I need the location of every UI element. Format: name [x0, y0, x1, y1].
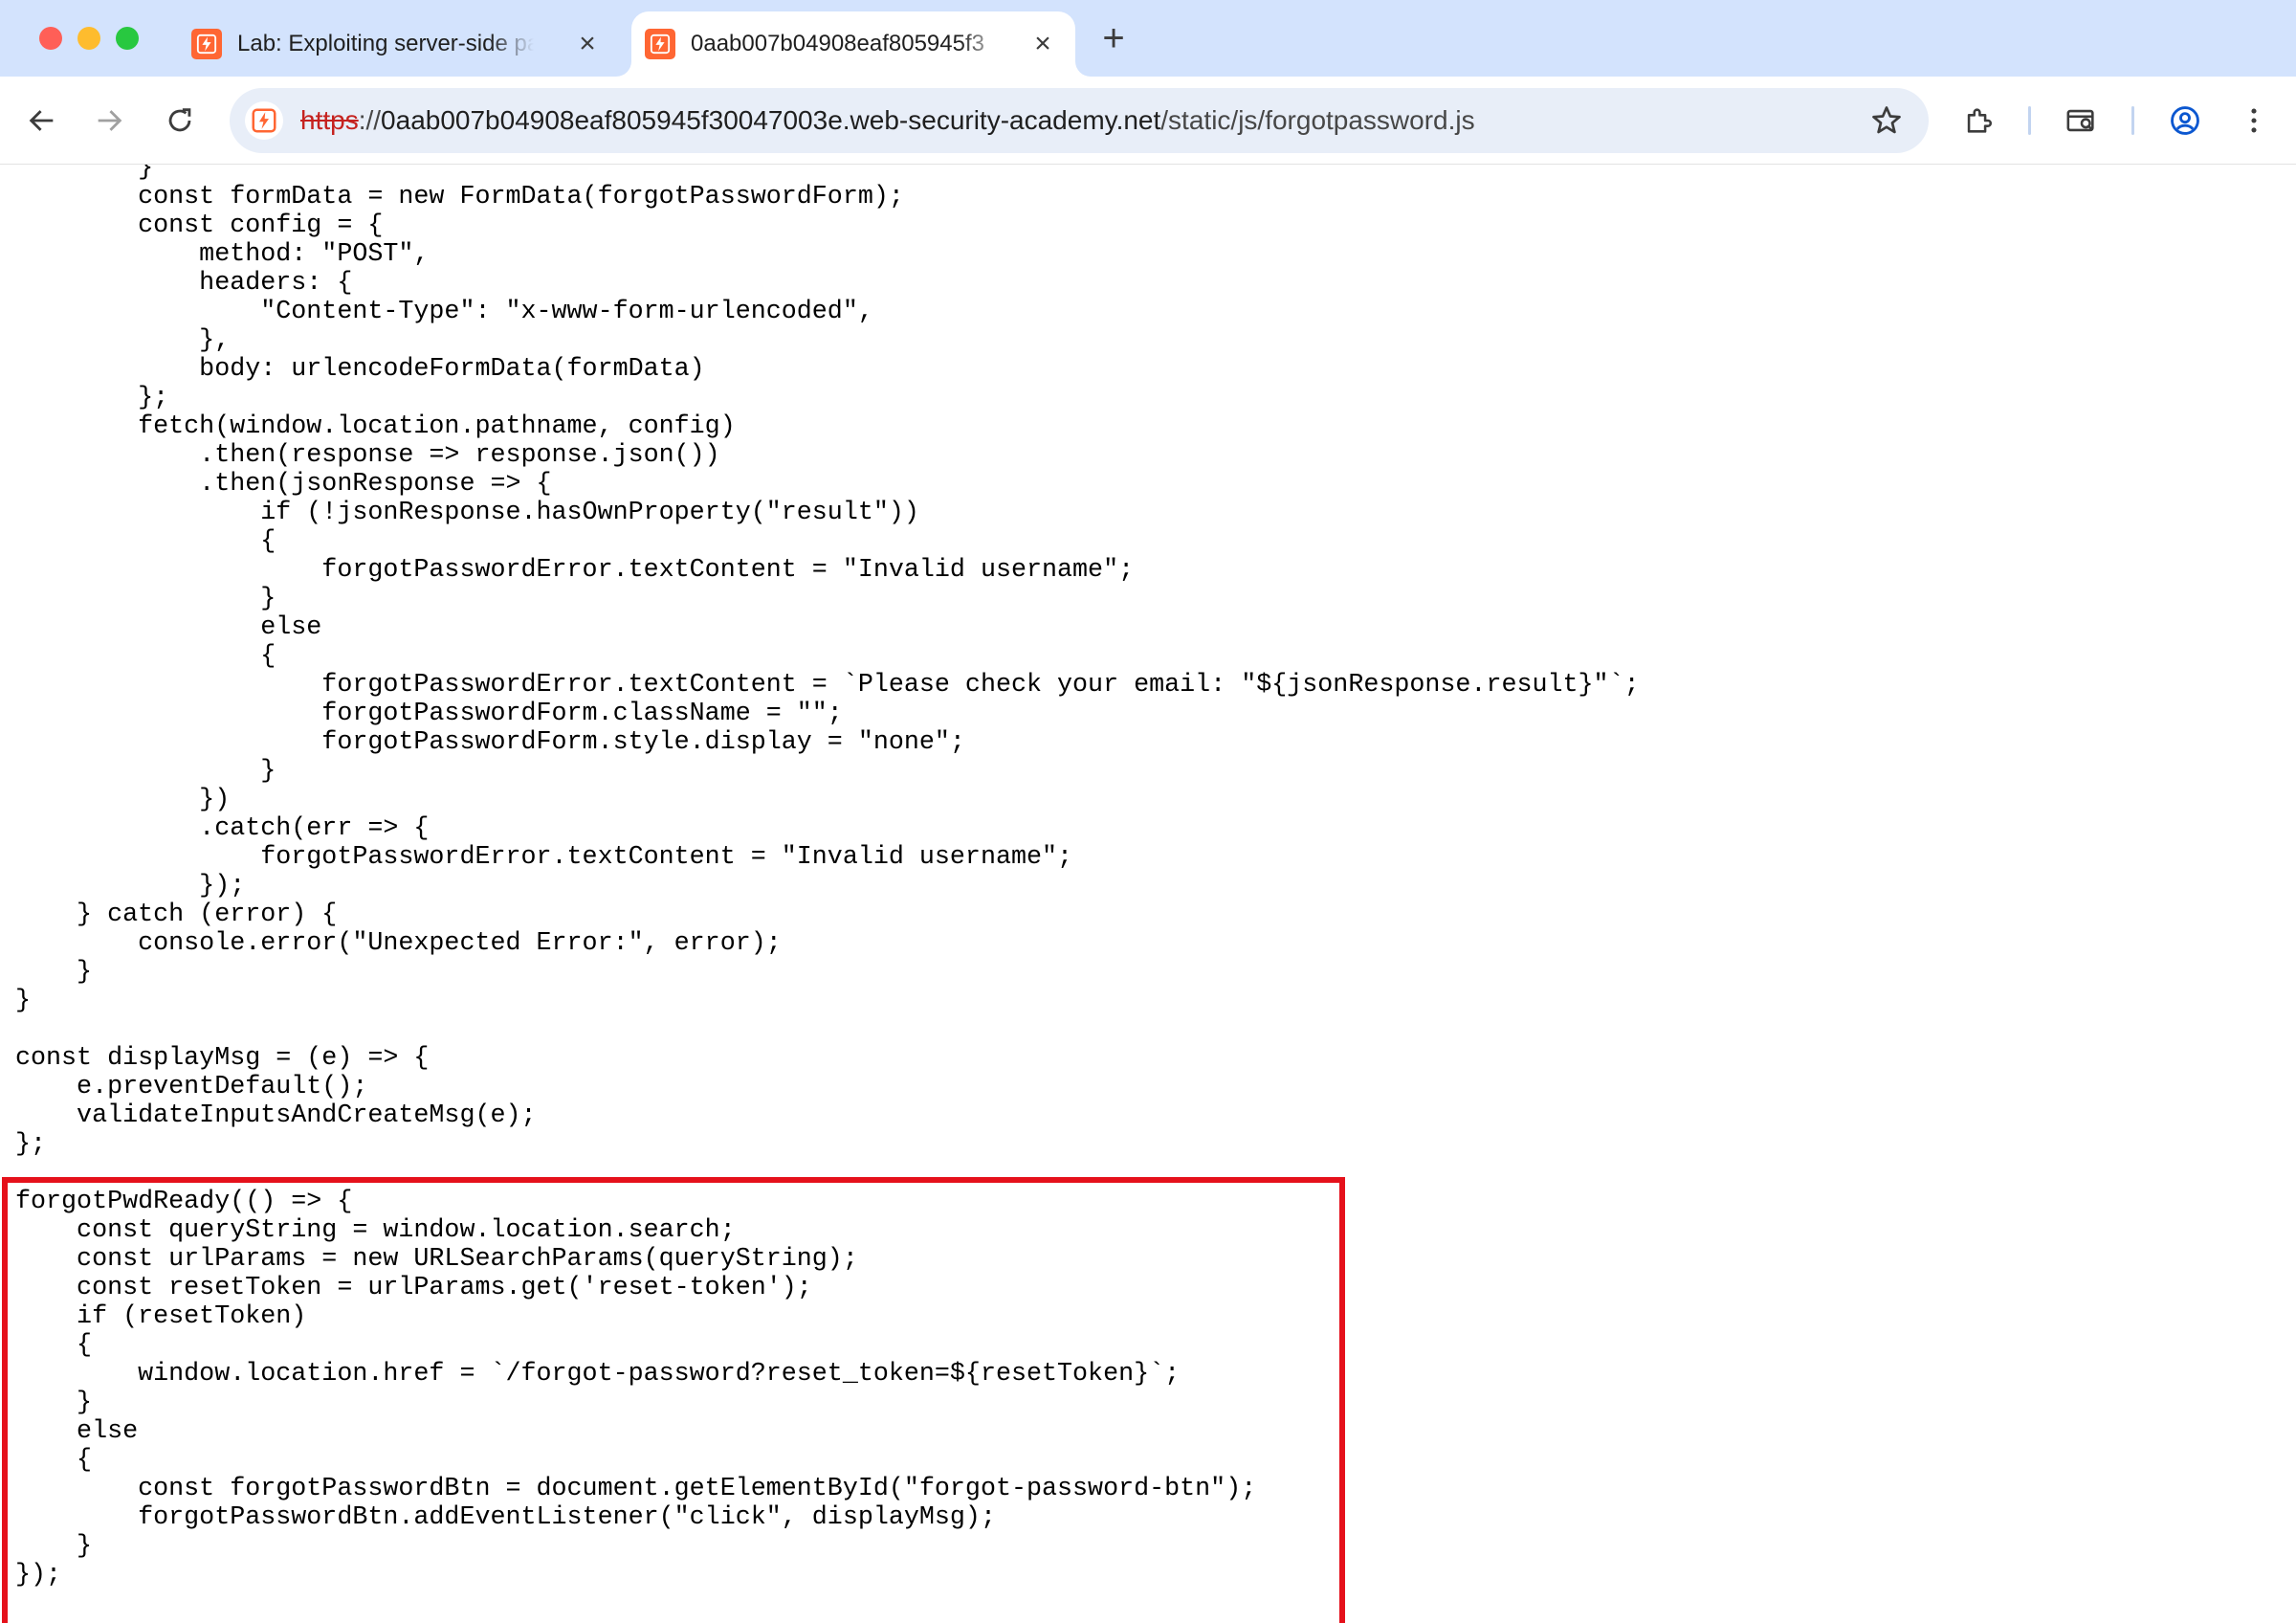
reload-button[interactable] [157, 98, 203, 144]
code-line: { [15, 527, 276, 556]
url-path: /static/js/forgotpassword.js [1160, 105, 1475, 135]
code-line: fetch(window.location.pathname, config) [15, 412, 736, 441]
arrow-right-icon [98, 110, 122, 131]
close-icon[interactable]: × [574, 30, 601, 58]
lightning-icon [191, 29, 222, 59]
code-line: e.preventDefault(); [15, 1073, 368, 1101]
puzzle-icon [1967, 108, 1992, 133]
code-line: validateInputsAndCreateMsg(e); [15, 1101, 537, 1130]
code-line: }; [15, 1130, 47, 1159]
menu-button[interactable] [2231, 98, 2277, 144]
code-line: { [15, 642, 276, 671]
lightning-icon [645, 29, 675, 59]
code-line: else [15, 613, 322, 642]
code-line: console.error("Unexpected Error:", error… [15, 929, 782, 958]
arrow-left-icon [29, 110, 54, 131]
address-bar[interactable]: https://0aab007b04908eaf805945f30047003e… [230, 88, 1929, 153]
code-line: .catch(err => { [15, 814, 430, 843]
toolbar: https://0aab007b04908eaf805945f30047003e… [0, 77, 2296, 165]
maximize-window-button[interactable] [116, 27, 139, 50]
tab-lab[interactable]: Lab: Exploiting server-side pa × [178, 11, 620, 77]
code-line: } [15, 757, 276, 786]
tab-script[interactable]: 0aab007b04908eaf805945f3 × [631, 11, 1075, 77]
code-line: forgotPasswordForm.className = ""; [15, 700, 843, 728]
extensions-button[interactable] [1955, 98, 2001, 144]
bookmark-star-icon[interactable] [1869, 103, 1904, 138]
tab-title: Lab: Exploiting server-side pa [237, 31, 534, 56]
code-line: headers: { [15, 269, 353, 298]
code-line: } [15, 987, 32, 1015]
back-button[interactable] [19, 98, 65, 144]
code-line: const formData = new FormData(forgotPass… [15, 183, 904, 211]
page-content: } const formData = new FormData(forgotPa… [0, 165, 2296, 1623]
code-line: if (!jsonResponse.hasOwnProperty("result… [15, 499, 919, 527]
url-text[interactable]: https://0aab007b04908eaf805945f30047003e… [300, 88, 1475, 153]
url-scheme: https [300, 105, 359, 135]
new-tab-button[interactable]: + [1096, 19, 1131, 57]
toolbar-divider [2131, 106, 2134, 135]
code-line: forgotPasswordError.textContent = "Inval… [15, 843, 1073, 872]
code-line: }) [15, 786, 231, 814]
profile-icon [2171, 106, 2199, 135]
url-separator: :// [358, 105, 382, 135]
code-line: } [15, 165, 154, 183]
code-line: .then(response => response.json()) [15, 441, 720, 470]
tab-title: 0aab007b04908eaf805945f3 [691, 31, 984, 56]
code-line: .then(jsonResponse => { [15, 470, 552, 499]
code-line: const config = { [15, 211, 384, 240]
code-line: const displayMsg = (e) => { [15, 1044, 430, 1073]
forward-button[interactable] [86, 98, 132, 144]
code-line: } [15, 958, 93, 987]
tab-strip: Lab: Exploiting server-side pa × 0aab007… [0, 0, 2296, 77]
code-line: method: "POST", [15, 240, 430, 269]
code-line: forgotPasswordForm.style.display = "none… [15, 728, 965, 757]
code-line: forgotPasswordError.textContent = `Pleas… [15, 671, 1640, 700]
profile-button[interactable] [2162, 98, 2208, 144]
code-line: forgotPasswordError.textContent = "Inval… [15, 556, 1135, 585]
reload-icon [168, 108, 191, 132]
close-icon[interactable]: × [1029, 30, 1056, 58]
more-vert-icon [2251, 108, 2257, 133]
highlight-annotation [2, 1177, 1345, 1623]
code-line: body: urlencodeFormData(formData) [15, 355, 705, 384]
lightning-icon [252, 108, 276, 133]
code-line: } catch (error) { [15, 900, 338, 929]
minimize-window-button[interactable] [77, 27, 100, 50]
code-line: "Content-Type": "x-www-form-urlencoded", [15, 298, 873, 326]
code-line: } [15, 585, 276, 613]
site-info-button[interactable] [245, 101, 283, 140]
toolbar-divider [2028, 106, 2031, 135]
code-line: }); [15, 872, 246, 900]
tab-search-icon [2066, 109, 2094, 132]
code-line: }, [15, 326, 231, 355]
tab-search-button[interactable] [2059, 98, 2105, 144]
url-host: 0aab007b04908eaf805945f30047003e.web-sec… [381, 105, 1161, 135]
code-line: }; [15, 384, 169, 412]
close-window-button[interactable] [39, 27, 62, 50]
